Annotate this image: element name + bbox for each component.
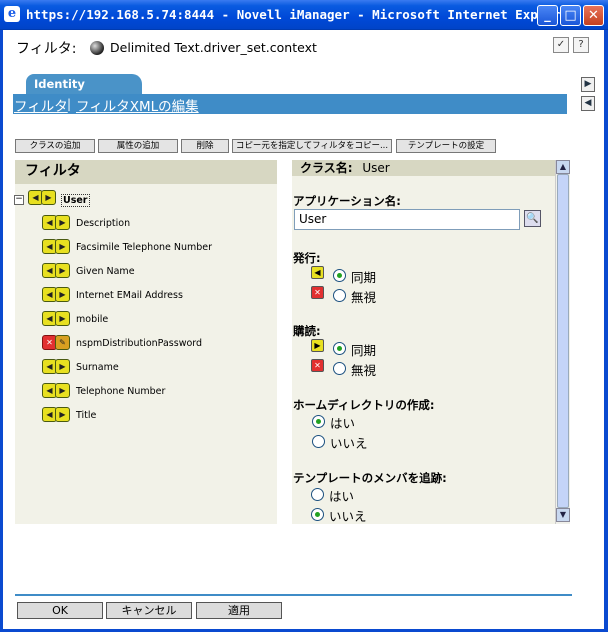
attribute-item[interactable]: Title [76,410,96,421]
add-class-button[interactable]: クラスの追加 [15,139,95,153]
block-filter-icon[interactable]: ✕ ✎ [42,335,72,351]
maximize-button[interactable]: □ [560,5,581,26]
copy-filter-button[interactable]: コピー元を指定してフィルタをコピー... [232,139,392,153]
sync-filter-icon[interactable]: ◀ ▶ [42,239,72,255]
home-dir-no-radio[interactable] [312,435,325,448]
apply-button[interactable]: 適用 [196,602,282,619]
search-icon[interactable]: 🔍 [524,210,541,227]
sync-filter-icon[interactable]: ◀ ▶ [42,383,72,399]
attribute-item[interactable]: Internet EMail Address [76,290,183,301]
subscribe-ignore-icon: ✕ [311,359,324,372]
scroll-down-icon[interactable]: ▼ [556,508,570,522]
attribute-item[interactable]: mobile [76,314,108,325]
sync-filter-icon[interactable]: ◀ ▶ [42,287,72,303]
sync-filter-icon[interactable]: ◀ ▶ [42,215,72,231]
template-no-radio[interactable] [311,508,324,521]
home-dir-label: ホームディレクトリの作成: [293,398,435,412]
minimize-button[interactable]: _ [537,5,558,26]
class-user[interactable]: User [61,194,90,207]
footer-divider [15,594,572,596]
collapse-arrow-icon[interactable]: ◀ [581,96,595,111]
tab-identity-manager[interactable]: Identity Manager [26,74,142,111]
object-name: Delimited Text.driver_set.context [110,40,317,55]
expand-arrow-icon[interactable]: ▶ [581,77,595,92]
template-yes-label: はい [329,489,355,504]
subscribe-sync-label: 同期 [351,343,377,358]
delete-button[interactable]: 削除 [181,139,229,153]
yin-yang-icon [90,41,104,55]
attribute-item[interactable]: nspmDistributionPassword [76,338,202,349]
page-label: フィルタ: [16,41,77,57]
sync-filter-icon[interactable]: ◀ ▶ [42,311,72,327]
nav-separator: | [67,97,72,111]
subscribe-label: 購読: [293,324,321,338]
ok-button[interactable]: OK [17,602,103,619]
cancel-button[interactable]: キャンセル [106,602,192,619]
window-frame-left [0,30,3,632]
class-name-label: クラス名: [300,161,353,175]
attribute-item[interactable]: Given Name [76,266,135,277]
publish-ignore-label: 無視 [351,290,377,305]
sync-filter-icon[interactable]: ◀ ▶ [28,190,58,206]
sync-filter-icon[interactable]: ◀ ▶ [42,359,72,375]
sync-filter-icon[interactable]: ◀ ▶ [42,263,72,279]
class-name-header: クラス名: User [292,160,555,176]
details-scrollbar[interactable]: ▲ ▼ [555,160,570,524]
attribute-item[interactable]: Surname [76,362,119,373]
publish-ignore-radio[interactable] [333,289,346,302]
scroll-thumb[interactable] [557,174,569,508]
template-no-label: いいえ [329,509,367,524]
publish-sync-icon: ◀ [311,266,324,279]
set-template-button[interactable]: テンプレートの設定 [396,139,496,153]
title-bar: e https://192.168.5.74:8444 - Novell iMa… [0,0,608,30]
subscribe-ignore-radio[interactable] [333,362,346,375]
sync-filter-icon[interactable]: ◀ ▶ [42,407,72,423]
publish-ignore-icon: ✕ [311,286,324,299]
add-attribute-button[interactable]: 属性の追加 [98,139,178,153]
checklist-icon[interactable]: ✓ [553,37,569,53]
home-dir-yes-label: はい [330,416,356,431]
template-yes-radio[interactable] [311,488,324,501]
template-members-label: テンプレートのメンバを追跡: [293,471,447,485]
home-dir-no-label: いいえ [330,436,368,451]
app-name-label: アプリケーション名: [293,194,401,208]
collapse-tree-icon[interactable]: − [14,195,24,205]
subscribe-ignore-label: 無視 [351,363,377,378]
subscribe-sync-icon: ▶ [311,339,324,352]
nav-edit-xml-link[interactable]: フィルタXMLの編集 [76,95,199,115]
attribute-item[interactable]: Facsimile Telephone Number [76,242,212,253]
help-icon[interactable]: ? [573,37,589,53]
publish-label: 発行: [293,251,321,265]
attribute-item[interactable]: Description [76,218,130,229]
scroll-up-icon[interactable]: ▲ [556,160,570,174]
filter-tree-title: フィルタ [15,160,277,184]
publish-sync-radio[interactable] [333,269,346,282]
publish-sync-label: 同期 [351,270,377,285]
subscribe-sync-radio[interactable] [333,342,346,355]
nav-filter-link[interactable]: フィルタ [14,95,68,115]
attribute-item[interactable]: Telephone Number [76,386,165,397]
window-frame-right [604,30,608,632]
window-title: https://192.168.5.74:8444 - Novell iMana… [26,7,576,22]
class-name-value: User [362,161,390,175]
app-name-input[interactable]: User [294,209,520,230]
home-dir-yes-radio[interactable] [312,415,325,428]
ie-icon: e [4,6,20,22]
close-button[interactable]: ✕ [583,5,604,26]
